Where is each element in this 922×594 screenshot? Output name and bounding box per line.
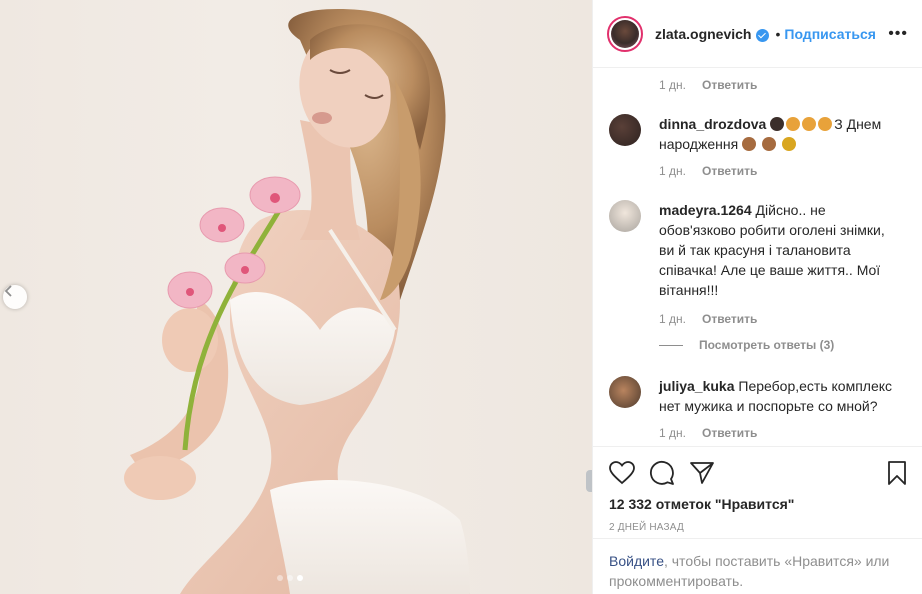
comment-username[interactable]: dinna_drozdova [659,116,766,132]
carousel-prev-button[interactable] [3,285,27,309]
emoji-group [742,136,798,152]
comment-meta: 1 дн. Ответить [659,312,907,326]
comment-time: 1 дн. [659,426,686,440]
login-prompt: Войдите, чтобы поставить «Нравится» или … [593,538,922,594]
avatar[interactable] [609,114,641,146]
share-icon[interactable] [689,461,715,485]
avatar[interactable] [609,376,641,408]
post-header: zlata.ognevich • Подписаться ••• [593,0,922,68]
reply-button[interactable]: Ответить [702,78,757,92]
comment-username[interactable]: madeyra.1264 [659,202,752,218]
comment-item: juliya_kuka Перебор,есть комплекс нет му… [609,376,907,416]
more-options-button[interactable]: ••• [888,25,908,43]
post-username[interactable]: zlata.ognevich [655,26,751,42]
view-replies-label: Посмотреть ответы (3) [699,338,835,352]
reply-button[interactable]: Ответить [702,164,757,178]
post-sidebar: zlata.ognevich • Подписаться ••• 1 дн. О… [592,0,922,594]
avatar[interactable] [609,200,641,232]
comment-item: dinna_drozdova З Днем народження [609,114,907,154]
divider [659,344,683,346]
comment-meta: 1 дн. Ответить [659,164,907,178]
login-link[interactable]: Войдите [609,553,664,569]
likes-count[interactable]: 12 332 отметок "Нравится" [609,496,907,512]
post-photo[interactable] [0,0,592,594]
carousel-dot-active [297,575,303,581]
post-date: 2 ДНЕЙ НАЗАД [609,522,684,533]
comment-time: 1 дн. [659,164,686,178]
comment-meta: 1 дн. Ответить [659,426,907,440]
comment-meta: 1 дн. Ответить [659,78,907,92]
reply-button[interactable]: Ответить [702,426,757,440]
heart-icon[interactable] [609,461,635,485]
action-icons [609,447,907,499]
chevron-left-icon [4,285,12,297]
view-replies-button[interactable]: Посмотреть ответы (3) [659,338,907,352]
follow-button[interactable]: Подписаться [784,26,876,42]
comment-icon[interactable] [649,460,675,486]
carousel-dot [287,575,293,581]
comments-list[interactable]: 1 дн. Ответить dinna_drozdova З Днем нар… [593,68,922,446]
reply-button[interactable]: Ответить [702,312,757,326]
carousel-indicator [277,575,303,581]
photo-illustration [124,9,470,594]
comment-item: madeyra.1264 Дійсно.. не обов'язково роб… [609,200,907,300]
comment-body: dinna_drozdova З Днем народження [659,114,899,154]
verified-icon [756,29,770,42]
avatar[interactable] [607,15,643,52]
comment-time: 1 дн. [659,78,686,92]
bookmark-icon[interactable] [887,461,907,485]
post-actions: 12 332 отметок "Нравится" 2 ДНЕЙ НАЗАД [593,446,922,533]
comment-time: 1 дн. [659,312,686,326]
carousel-dot [277,575,283,581]
comment-body: juliya_kuka Перебор,есть комплекс нет му… [659,376,899,416]
separator: • [775,25,781,42]
emoji-group [770,116,834,132]
comment-body: madeyra.1264 Дійсно.. не обов'язково роб… [659,200,899,300]
comment-username[interactable]: juliya_kuka [659,378,735,394]
